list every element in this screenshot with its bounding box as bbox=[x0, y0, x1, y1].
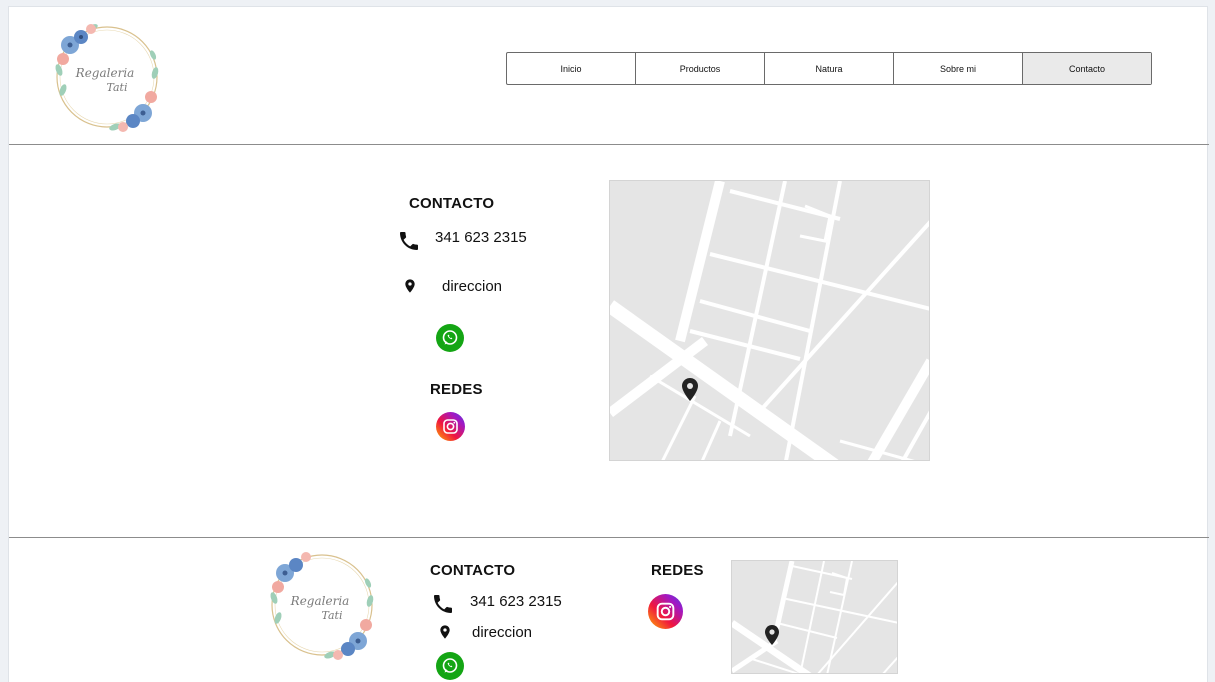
page: Regaleria Tati Inicio Productos Natura S… bbox=[8, 6, 1209, 682]
footer-contact-heading: CONTACTO bbox=[430, 562, 516, 579]
location-pin-icon bbox=[402, 277, 418, 295]
logo[interactable]: Regaleria Tati bbox=[45, 15, 169, 139]
nav-item-inicio[interactable]: Inicio bbox=[507, 53, 636, 84]
footer-logo[interactable]: Regaleria Tati bbox=[260, 543, 384, 667]
footer-instagram-icon[interactable] bbox=[648, 594, 683, 629]
footer-networks-heading: REDES bbox=[651, 562, 704, 579]
main-nav: Inicio Productos Natura Sobre mi Contact… bbox=[506, 52, 1152, 85]
nav-item-sobre-mi[interactable]: Sobre mi bbox=[894, 53, 1023, 84]
phone-icon bbox=[397, 229, 421, 253]
contact-phone: 341 623 2315 bbox=[435, 229, 527, 246]
whatsapp-icon[interactable] bbox=[436, 324, 464, 352]
nav-item-contacto[interactable]: Contacto bbox=[1023, 53, 1151, 84]
footer-logo-text-line2: Tati bbox=[322, 609, 343, 622]
instagram-icon[interactable] bbox=[436, 412, 465, 441]
location-map[interactable] bbox=[609, 180, 930, 461]
footer-address: direccion bbox=[472, 624, 533, 641]
footer-phone: 341 623 2315 bbox=[470, 593, 562, 610]
contact-address: direccion bbox=[442, 278, 503, 295]
nav-item-productos[interactable]: Productos bbox=[636, 53, 765, 84]
footer-phone-icon bbox=[431, 592, 455, 616]
networks-heading: REDES bbox=[430, 381, 483, 398]
logo-text-line1: Regaleria bbox=[75, 66, 135, 80]
contact-heading: CONTACTO bbox=[409, 195, 495, 212]
nav-item-natura[interactable]: Natura bbox=[765, 53, 894, 84]
header-divider bbox=[9, 144, 1209, 145]
footer-location-map[interactable] bbox=[731, 560, 898, 674]
footer-whatsapp-icon[interactable] bbox=[436, 652, 464, 680]
logo-text-line2: Tati bbox=[107, 81, 128, 94]
footer-location-pin-icon bbox=[437, 623, 453, 641]
footer-logo-text-line1: Regaleria bbox=[290, 594, 350, 608]
footer-divider bbox=[9, 537, 1209, 538]
